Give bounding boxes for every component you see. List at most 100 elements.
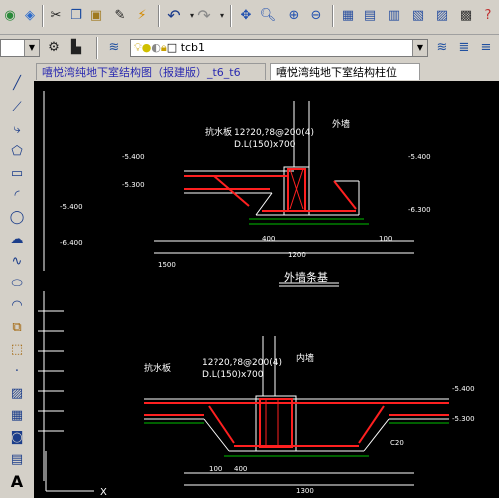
workspace-settings-icon[interactable]: ⚙ — [44, 37, 64, 57]
stirrup — [259, 398, 293, 448]
elevation-label: -5.300 — [452, 415, 475, 423]
copy-icon[interactable]: ❐ — [66, 5, 86, 25]
gradient-icon[interactable]: ▦ — [7, 405, 27, 425]
ucs-x-label: X — [100, 487, 107, 498]
layer-properties-icon[interactable]: ≋ — [104, 37, 124, 57]
dimension-text: 400 — [262, 235, 275, 243]
undo-icon[interactable]: ↶ — [164, 5, 184, 25]
redo-dropdown-icon[interactable]: ▾ — [212, 5, 232, 25]
match-properties-icon[interactable]: ✎ — [110, 5, 130, 25]
elevation-label: -6.300 — [408, 206, 431, 214]
make-block-icon[interactable]: ⬚ — [7, 339, 27, 359]
ellipse-icon[interactable]: ⬭ — [7, 273, 27, 293]
layer-previous-icon[interactable]: ≣ — [454, 37, 474, 57]
publish-icon[interactable]: ◈ — [20, 5, 40, 25]
layer-name: tcb1 — [180, 41, 206, 54]
help-icon[interactable]: ? — [478, 5, 498, 25]
chevron-down-icon: ▼ — [24, 40, 39, 56]
rebar-bent — [208, 405, 235, 444]
dimension-text: 100 — [379, 235, 392, 243]
polygon-icon[interactable]: ⬠ — [7, 141, 27, 161]
note-label: C20 — [390, 439, 404, 447]
rebar-note: D.L(150)x700 — [234, 140, 296, 150]
sheet-set-icon[interactable]: ▧ — [408, 5, 428, 25]
separator — [96, 37, 98, 59]
line-icon[interactable]: ╱ — [7, 73, 27, 93]
circle-icon[interactable]: ◯ — [7, 207, 27, 227]
layers-toolbar: ▼ ⚙ ▙ ≋ 💡︎●◐🔒︎□ tcb1 ▼ ≋ ≣ ≡ — [0, 35, 499, 62]
detail-title: 外墙条基 — [284, 270, 328, 284]
layer-combo[interactable]: 💡︎●◐🔒︎□ tcb1 ▼ — [130, 39, 428, 57]
slab-label: 抗水板 — [144, 362, 171, 374]
tool-palettes-icon[interactable]: ▥ — [384, 5, 404, 25]
elevation-label: -5.400 — [122, 153, 145, 161]
slab-label: 抗水板 — [205, 126, 232, 138]
pan-icon[interactable]: ✥ — [236, 5, 256, 25]
rebar-bent — [213, 175, 250, 207]
cut-icon[interactable]: ✂ — [46, 5, 66, 25]
dimension-text: 1300 — [296, 487, 314, 495]
construction-line-icon[interactable]: ⟋ — [7, 97, 27, 117]
separator — [230, 5, 232, 27]
region-icon[interactable]: ◙ — [7, 427, 27, 447]
zoom-window-icon[interactable]: ⊕ — [284, 5, 304, 25]
layer-on-icon: 💡︎ — [134, 41, 142, 54]
zoom-previous-icon[interactable]: ⊖ — [306, 5, 326, 25]
insert-block-icon[interactable]: ⧉ — [7, 317, 27, 337]
point-icon[interactable]: · — [7, 361, 27, 381]
arc-icon[interactable]: ◜ — [7, 185, 27, 205]
rebar-note: 12?20,?8@200(4) — [202, 358, 282, 368]
tab-structure-drawing[interactable]: 嘻悦湾纯地下室结构图（报建版）_t6_t6 — [36, 63, 266, 80]
elevation-label: -5.300 — [122, 181, 145, 189]
file-tabs: 嘻悦湾纯地下室结构图（报建版）_t6_t6 嘻悦湾纯地下室结构柱位 — [34, 61, 499, 81]
dimension-text: 1200 — [288, 251, 306, 259]
wall-label: 外墙 — [332, 118, 350, 130]
revision-cloud-icon[interactable]: ☁ — [7, 229, 27, 249]
paste-icon[interactable]: ▣ — [86, 5, 106, 25]
hatch-icon[interactable]: ▨ — [7, 383, 27, 403]
drawing-canvas[interactable]: 抗水板 12?20,?8@200(4) D.L(150)x700 外墙 -5.4… — [34, 81, 499, 498]
wall-section — [255, 395, 297, 452]
draw-toolbar: ╱ ⟋ ⤷ ⬠ ▭ ◜ ◯ ☁ ∿ ⬭ ◠ ⧉ ⬚ · ▨ ▦ ◙ ▤ A — [0, 61, 35, 498]
standard-toolbar: ◉ ◈ ✂ ❐ ▣ ✎ ⚡ ↶ ▾ ↷ ▾ ✥ 🔍︎ ⊕ ⊖ ▦ ▤ ▥ ▧ ▨… — [0, 0, 499, 35]
dimension-text: 100 — [209, 465, 222, 473]
dimension-text: 400 — [234, 465, 247, 473]
rebar-bent — [333, 180, 357, 210]
layer-color-icon: □ — [166, 41, 178, 54]
properties-icon[interactable]: ▦ — [338, 5, 358, 25]
elevation-label: -5.400 — [60, 203, 83, 211]
layer-freeze-icon: ● — [141, 41, 152, 54]
rebar-note: 12?20,?8@200(4) — [234, 128, 314, 138]
layer-vp-freeze-icon: ◐ — [151, 41, 161, 54]
separator — [42, 5, 44, 27]
block-editor-icon[interactable]: ⚡ — [132, 5, 152, 25]
drawing-svg: 抗水板 12?20,?8@200(4) D.L(150)x700 外墙 -5.4… — [38, 91, 475, 498]
workspace-combo[interactable]: ▼ — [0, 39, 40, 57]
polyline-icon[interactable]: ⤷ — [7, 119, 27, 139]
layer-walk-icon[interactable]: ≡ — [476, 37, 496, 57]
design-center-icon[interactable]: ▤ — [360, 5, 380, 25]
layer-states-icon[interactable]: ▙ — [66, 37, 86, 57]
rebar-bent — [358, 405, 385, 444]
globe-icon[interactable]: ◉ — [0, 5, 20, 25]
multiline-text-icon[interactable]: A — [7, 471, 27, 491]
chevron-down-icon: ▼ — [412, 40, 427, 56]
tab-column-layout[interactable]: 嘻悦湾纯地下室结构柱位 — [270, 63, 420, 80]
markup-icon[interactable]: ▨ — [432, 5, 452, 25]
elevation-label: -6.400 — [60, 239, 83, 247]
zoom-realtime-icon[interactable]: 🔍︎ — [258, 5, 278, 25]
dimension-text: 1500 — [158, 261, 176, 269]
ellipse-arc-icon[interactable]: ◠ — [7, 295, 27, 315]
elevation-label: -5.400 — [452, 385, 475, 393]
rectangle-icon[interactable]: ▭ — [7, 163, 27, 183]
elevation-label: -5.400 — [408, 153, 431, 161]
spline-icon[interactable]: ∿ — [7, 251, 27, 271]
redo-icon[interactable]: ↷ — [194, 5, 214, 25]
haunch-line — [363, 418, 390, 452]
table-icon[interactable]: ▤ — [7, 449, 27, 469]
separator — [332, 5, 334, 27]
haunch-line — [203, 418, 230, 452]
calculator-icon[interactable]: ▩ — [456, 5, 476, 25]
separator — [158, 5, 160, 27]
make-current-icon[interactable]: ≋ — [432, 37, 452, 57]
